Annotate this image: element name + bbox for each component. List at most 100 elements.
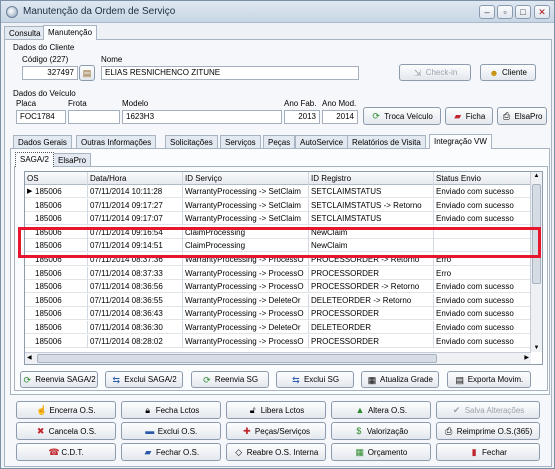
exclui-os-button[interactable]: ▬ Exclui O.S.: [121, 422, 221, 440]
tab-relatorios-visita[interactable]: Relatórios de Visita: [347, 135, 426, 149]
printer-icon: ⎙: [502, 111, 511, 121]
table-row[interactable]: 185006 07/11/2014 08:36:30 WarrantyProcess…: [25, 321, 531, 334]
cell-os: 185006: [25, 185, 88, 198]
tab-autoservice[interactable]: AutoService: [295, 135, 349, 149]
table-row[interactable]: 185006 07/11/2014 09:17:27 WarrantyProcess…: [25, 198, 531, 212]
tab-manutencao[interactable]: Manutenção: [43, 25, 98, 40]
cell-os: 185006: [25, 239, 88, 253]
modelo-field[interactable]: 1623H3: [122, 110, 282, 124]
tab-pecas[interactable]: Peças: [263, 135, 296, 149]
tab-outras-informacoes[interactable]: Outras Informações: [76, 135, 157, 149]
cell-id-servico: WarrantyProcessing -> SetClaim: [183, 198, 309, 212]
atualiza-grade-label: Atualiza Grade: [380, 375, 433, 384]
cell-id-registro: NewClaim: [309, 225, 434, 239]
anofab-field[interactable]: 2013: [284, 110, 320, 124]
checkin-button[interactable]: ⇲ Check-in: [399, 64, 471, 81]
exporta-movim-button[interactable]: ▤ Exporta Movim.: [447, 371, 531, 388]
table-row[interactable]: 185006 07/11/2014 08:37:36 WarrantyProcess…: [25, 253, 531, 266]
table-row[interactable]: 185006 07/11/2014 08:28:02 WarrantyProcess…: [25, 334, 531, 348]
scroll-up-icon[interactable]: ▲: [532, 173, 541, 179]
table-row[interactable]: 185006 07/11/2014 08:36:43 WarrantyProcess…: [25, 307, 531, 321]
salva-alteracoes-button[interactable]: ✔ Salva Alterações: [436, 401, 540, 419]
grid-vertical-scrollbar[interactable]: ▲ ▼: [530, 172, 542, 352]
orcamento-button[interactable]: ▦ Orçamento: [331, 443, 431, 461]
elsapro-button-label: ElsaPro: [514, 111, 543, 121]
encerra-os-button[interactable]: ☝ Encerra O.S.: [16, 401, 116, 419]
restore-icon[interactable]: ▫: [497, 5, 513, 19]
placa-field[interactable]: FOC1784: [16, 110, 66, 124]
table-row[interactable]: 185006 07/11/2014 09:17:07 WarrantyProcess…: [25, 212, 531, 226]
frota-field[interactable]: [68, 110, 120, 124]
cell-datahora: 07/11/2014 08:36:30: [88, 321, 183, 334]
libera-lctos-label: Libera Lctos: [260, 405, 305, 415]
pecas-servicos-button[interactable]: ✚ Peças/Serviços: [226, 422, 326, 440]
scroll-left-icon[interactable]: ◀: [27, 354, 32, 361]
reenvia-saga2-label: Reenvia SAGA/2: [35, 375, 96, 384]
scroll-down-icon[interactable]: ▼: [532, 345, 541, 351]
reenvia-sg-label: Reenvia SG: [214, 375, 259, 384]
tab-consulta[interactable]: Consulta: [4, 26, 46, 40]
tab-saga2[interactable]: SAGA/2: [15, 152, 54, 167]
altera-os-button[interactable]: ▲ Altera O.S.: [331, 401, 431, 419]
column-header-status-envio[interactable]: Status Envio: [434, 172, 531, 185]
cell-status-envio: Enviado com sucesso: [434, 321, 531, 334]
libera-lctos-button[interactable]: 🔓︎ Libera Lctos: [226, 401, 326, 419]
reabre-os-interna-button[interactable]: ◇ Reabre O.S. Interna: [226, 443, 326, 461]
cancela-os-button[interactable]: ✖ Cancela O.S.: [16, 422, 116, 440]
exclui-saga2-label: Exclui SAGA/2: [124, 375, 177, 384]
nome-field[interactable]: ELIAS RESNICHENCO ZITUNE: [101, 66, 359, 80]
arrows-icon: ⇆: [292, 374, 300, 385]
reimprime-os-label: Reimprime O.S.(365): [456, 426, 533, 436]
cell-os: 185006: [25, 321, 88, 334]
table-row[interactable]: 185006 07/11/2014 08:36:55 WarrantyProcess…: [25, 293, 531, 307]
app-icon: [6, 6, 18, 18]
troca-veiculo-button[interactable]: ⟳ Troca Veículo: [363, 107, 441, 125]
tab-integracao-vw[interactable]: Integração VW: [429, 134, 492, 149]
scroll-right-icon[interactable]: ▶: [524, 354, 529, 361]
grid-horizontal-scrollbar[interactable]: ◀ ▶: [25, 352, 531, 364]
column-header-datahora[interactable]: Data/Hora: [88, 172, 183, 185]
tab-dados-gerais[interactable]: Dados Gerais: [13, 135, 72, 149]
codigo-field[interactable]: 327497: [22, 66, 78, 80]
exclui-sg-button[interactable]: ⇆ Exclui SG: [276, 371, 354, 388]
reenvia-sg-button[interactable]: ⟳ Reenvia SG: [191, 371, 269, 388]
cell-id-servico: ClaimProcessing: [183, 239, 309, 253]
fechar-button[interactable]: ▮ Fechar: [436, 443, 540, 461]
column-header-id-registro[interactable]: ID Registro: [309, 172, 434, 185]
table-row[interactable]: 185006 07/11/2014 08:36:56 WarrantyProcess…: [25, 280, 531, 294]
document-icon: ▦: [355, 447, 364, 457]
thumbs-up-icon: ☝: [36, 405, 48, 415]
table-row[interactable]: 185006 07/11/2014 09:16:54 ClaimProcessing…: [25, 225, 531, 239]
table-row[interactable]: 185006 07/11/2014 08:37:33 WarrantyProcess…: [25, 266, 531, 280]
close-icon[interactable]: ✕: [534, 5, 550, 19]
elsapro-button[interactable]: ⎙ ElsaPro: [497, 107, 547, 125]
table-row[interactable]: 185006 07/11/2014 10:11:28 WarrantyProcess…: [25, 185, 531, 198]
ficha-button[interactable]: ▰ Ficha: [445, 107, 493, 125]
reenvia-saga2-button[interactable]: ⟳ Reenvia SAGA/2: [20, 371, 98, 388]
altera-os-label: Altera O.S.: [367, 405, 408, 415]
cliente-button[interactable]: ☻ Cliente: [480, 64, 536, 81]
column-header-id-servico[interactable]: ID Serviço: [183, 172, 309, 185]
maximize-icon[interactable]: □: [515, 5, 531, 19]
fechar-os-button[interactable]: ▰ Fechar O.S.: [121, 443, 221, 461]
anomod-field[interactable]: 2014: [322, 110, 358, 124]
cell-status-envio: Erro: [434, 266, 531, 280]
refresh-icon: ⟳: [203, 374, 211, 385]
exclui-saga2-button[interactable]: ⇆ Exclui SAGA/2: [105, 371, 183, 388]
cliente-lookup-button[interactable]: ▤: [79, 65, 95, 81]
encerra-os-label: Encerra O.S.: [49, 405, 96, 415]
horizontal-scroll-thumb[interactable]: [37, 354, 437, 363]
table-row[interactable]: 185006 07/11/2014 09:14:51 ClaimProcessing…: [25, 239, 531, 253]
tab-servicos[interactable]: Serviços: [220, 135, 261, 149]
minimize-icon[interactable]: –: [479, 5, 495, 19]
fecha-lctos-button[interactable]: 🔒︎ Fecha Lctos: [121, 401, 221, 419]
cell-datahora: 07/11/2014 09:17:07: [88, 212, 183, 226]
reimprime-os-button[interactable]: ⎙ Reimprime O.S.(365): [436, 422, 540, 440]
column-header-os[interactable]: OS: [25, 172, 88, 185]
valorizacao-button[interactable]: $ Valorização: [331, 422, 431, 440]
vertical-scroll-thumb[interactable]: [532, 184, 541, 284]
tab-elsapro[interactable]: ElsaPro: [53, 153, 92, 167]
atualiza-grade-button[interactable]: ▦ Atualiza Grade: [361, 371, 439, 388]
cdt-button[interactable]: ☎ C.D.T.: [16, 443, 116, 461]
tab-solicitacoes[interactable]: Solicitações: [165, 135, 218, 149]
